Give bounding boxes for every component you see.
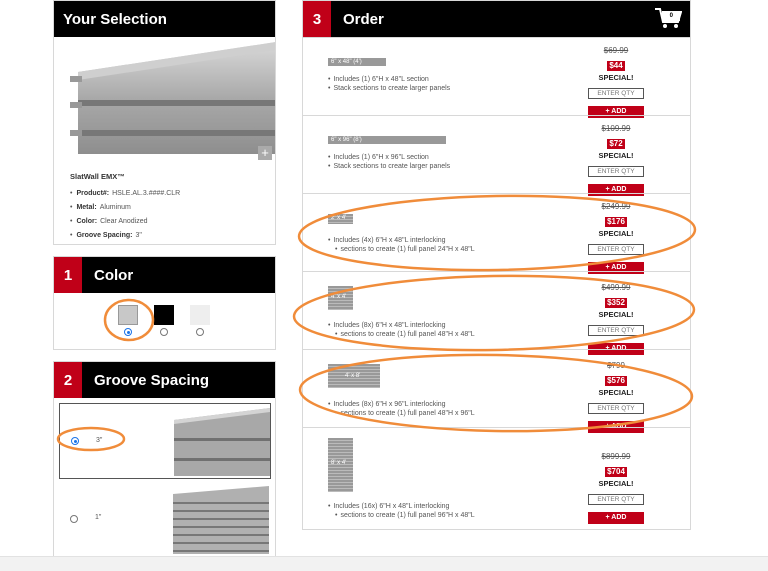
cart-icon[interactable] <box>654 7 682 29</box>
swatch-silver[interactable] <box>118 305 138 325</box>
color-step-number: 1 <box>54 257 82 293</box>
item-description: Includes (1) 6"H x 48"L section Stack se… <box>328 75 450 93</box>
old-price: $899.99 <box>601 452 631 461</box>
size-label: 4' x 4' <box>331 294 347 300</box>
qty-input[interactable] <box>588 403 644 414</box>
order-row-4x4: 4' x 4' Includes (8x) 6"H x 48"L interlo… <box>303 271 690 355</box>
page-footer-band <box>0 556 768 571</box>
your-selection-header: Your Selection <box>54 1 275 37</box>
spec-metal: Metal:Aluminum <box>70 200 180 214</box>
size-label: 6" x 96" (8') <box>328 136 446 144</box>
order-row-4x8: 4' x 8' Includes (8x) 6"H x 96"L interlo… <box>303 349 690 433</box>
qty-input[interactable] <box>588 166 644 177</box>
groove-3in-image <box>174 408 270 476</box>
order-row-2x4: 2' x 4' Includes (4x) 6"H x 48"L interlo… <box>303 193 690 274</box>
zoom-plus-button[interactable]: + <box>258 146 272 160</box>
item-description: Includes (1) 6"H x 96"L section Stack se… <box>328 153 450 171</box>
price-block: $109.99 $72 SPECIAL! + ADD <box>588 124 644 196</box>
sale-price: $72 <box>607 139 625 149</box>
qty-input[interactable] <box>588 244 644 255</box>
radio-silver[interactable] <box>124 328 132 336</box>
item-description: Includes (8x) 6"H x 96"L interlocking se… <box>328 400 474 418</box>
color-header: 1 Color <box>54 257 275 293</box>
groove-label-1in: 1" <box>95 514 102 521</box>
order-row-6x96: 6" x 96" (8') Includes (1) 6"H x 96"L se… <box>303 115 690 196</box>
sale-price: $44 <box>607 61 625 71</box>
spec-groove-spacing: Groove Spacing:3" <box>70 228 180 242</box>
groove-option-3in[interactable]: 3" <box>59 403 271 479</box>
size-label: 6" x 48" (4') <box>328 58 386 66</box>
price-block: $799 $576 SPECIAL! + ADD <box>588 361 644 433</box>
price-block: $69.99 $44 SPECIAL! + ADD <box>588 46 644 118</box>
qty-input[interactable] <box>588 88 644 99</box>
old-price: $499.99 <box>601 283 631 292</box>
item-description: Includes (8x) 6"H x 48"L interlocking se… <box>328 321 474 339</box>
special-label: SPECIAL! <box>598 151 634 160</box>
special-label: SPECIAL! <box>598 479 634 488</box>
cart-count: 0 <box>669 13 673 19</box>
price-block: $249.99 $176 SPECIAL! + ADD <box>588 202 644 274</box>
order-panel: 3 Order 0 6" x 48" (4') Includes (1) 6"H… <box>302 0 691 530</box>
order-header: 3 Order 0 <box>303 1 690 37</box>
sale-price: $704 <box>605 467 627 477</box>
color-panel: 1 Color <box>53 256 276 350</box>
item-description: Includes (16x) 6"H x 48"L interlocking s… <box>328 502 474 520</box>
order-row-6x48: 6" x 48" (4') Includes (1) 6"H x 48"L se… <box>303 37 690 118</box>
order-row-8x4: 8' x 4' Includes (16x) 6"H x 48"L interl… <box>303 427 690 531</box>
groove-label-3in: 3" <box>96 437 103 444</box>
groove-title: Groove Spacing <box>94 371 210 389</box>
sale-price: $576 <box>605 376 627 386</box>
special-label: SPECIAL! <box>598 310 634 319</box>
product-specs: Product#:HSLE.AL.3.####.CLR Metal:Alumin… <box>70 186 180 242</box>
product-name: SlatWall EMX™ <box>70 172 125 181</box>
order-title: Order <box>343 10 384 28</box>
swatch-white[interactable] <box>190 305 210 325</box>
special-label: SPECIAL! <box>598 73 634 82</box>
radio-groove-3in[interactable] <box>71 437 79 445</box>
size-label: 4' x 8' <box>345 373 361 379</box>
groove-option-1in[interactable]: 1" <box>59 482 271 558</box>
spec-color: Color:Clear Anodized <box>70 214 180 228</box>
your-selection-title: Your Selection <box>63 10 167 28</box>
special-label: SPECIAL! <box>598 229 634 238</box>
radio-white[interactable] <box>196 328 204 336</box>
sale-price: $352 <box>605 298 627 308</box>
qty-input[interactable] <box>588 325 644 336</box>
radio-black[interactable] <box>160 328 168 336</box>
item-description: Includes (4x) 6"H x 48"L interlocking se… <box>328 236 474 254</box>
groove-header: 2 Groove Spacing <box>54 362 275 398</box>
size-label: 8' x 4' <box>331 460 347 466</box>
radio-groove-1in[interactable] <box>70 515 78 523</box>
old-price: $109.99 <box>601 124 631 133</box>
old-price: $249.99 <box>601 202 631 211</box>
old-price: $799 <box>607 361 625 370</box>
spec-product-number: Product#:HSLE.AL.3.####.CLR <box>70 186 180 200</box>
sale-price: $176 <box>605 217 627 227</box>
product-image <box>70 42 275 154</box>
size-label: 2' x 4' <box>331 215 347 221</box>
order-step-number: 3 <box>303 1 331 37</box>
groove-step-number: 2 <box>54 362 82 398</box>
special-label: SPECIAL! <box>598 388 634 397</box>
price-block: $899.99 $704 SPECIAL! + ADD <box>588 452 644 524</box>
price-block: $499.99 $352 SPECIAL! + ADD <box>588 283 644 355</box>
groove-1in-image <box>173 486 269 554</box>
old-price: $69.99 <box>603 46 629 55</box>
color-title: Color <box>94 266 134 284</box>
groove-spacing-panel: 2 Groove Spacing 3" 1" <box>53 361 276 557</box>
qty-input[interactable] <box>588 494 644 505</box>
add-button[interactable]: + ADD <box>588 512 644 524</box>
swatch-black[interactable] <box>154 305 174 325</box>
